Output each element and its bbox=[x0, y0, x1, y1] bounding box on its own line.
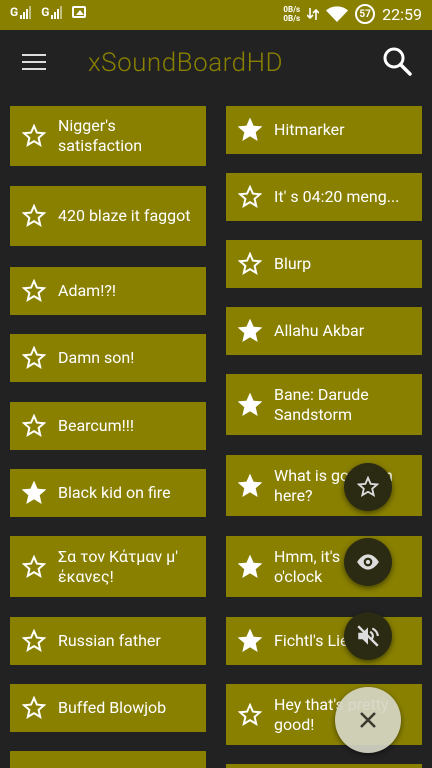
star-outline-icon[interactable] bbox=[22, 124, 46, 148]
sound-grid: Nigger's satisfaction 420 blaze it faggo… bbox=[0, 96, 432, 768]
sound-button[interactable]: Blurp bbox=[226, 240, 422, 288]
wifi-icon bbox=[326, 6, 349, 22]
signal-bars-icon bbox=[51, 6, 63, 19]
star-filled-icon[interactable] bbox=[238, 392, 262, 417]
sound-label: Adam!?! bbox=[58, 281, 117, 300]
star-outline-icon bbox=[357, 476, 379, 498]
sound-label: Σα τον Κάτμαν μ' έκανες! bbox=[58, 546, 178, 586]
mute-toggle-button[interactable] bbox=[344, 612, 392, 660]
star-outline-icon[interactable] bbox=[238, 185, 262, 209]
sound-label: Blurp bbox=[274, 254, 312, 273]
sound-button[interactable]: Fichtl's Lied bbox=[226, 617, 422, 665]
favorites-filter-button[interactable] bbox=[344, 463, 392, 511]
sound-label: It' s 04:20 meng... bbox=[274, 187, 400, 206]
sound-button[interactable]: Hmm, it's d... o'clock bbox=[226, 536, 422, 597]
star-outline-icon[interactable] bbox=[22, 414, 46, 438]
sound-button[interactable]: Bane: Darude Sandstorm bbox=[226, 374, 422, 435]
netspeed-up: 0B/s bbox=[283, 5, 301, 14]
star-outline-icon[interactable] bbox=[22, 346, 46, 370]
battery-icon: 57 bbox=[355, 4, 376, 24]
sound-button[interactable] bbox=[226, 764, 422, 768]
sound-button[interactable]: Nigger's satisfaction bbox=[10, 106, 206, 166]
sound-button[interactable]: 420 blaze it faggot bbox=[10, 186, 206, 246]
star-filled-icon[interactable] bbox=[22, 481, 46, 505]
star-outline-icon[interactable] bbox=[22, 629, 46, 653]
data-transfer-icon bbox=[307, 8, 320, 20]
volume-off-icon bbox=[357, 625, 379, 647]
signal-bars-icon bbox=[20, 6, 32, 19]
visibility-toggle-button[interactable] bbox=[344, 538, 392, 586]
image-notification-icon bbox=[72, 6, 87, 18]
sound-label: Russian father bbox=[58, 631, 161, 650]
close-icon bbox=[360, 712, 376, 728]
sound-button[interactable]: Bearcum!!! bbox=[10, 402, 206, 450]
sound-button[interactable]: What is going on here? bbox=[226, 455, 422, 516]
sound-label: Damn son! bbox=[58, 348, 135, 367]
sound-button[interactable]: Buffed Blowjob bbox=[10, 684, 206, 732]
sound-label: Black kid on fire bbox=[58, 483, 171, 502]
close-fab-button[interactable] bbox=[335, 687, 401, 753]
network-type-sim2: G bbox=[41, 5, 50, 19]
app-toolbar: xSoundBoardHD bbox=[0, 30, 432, 96]
signal-sim2: G bbox=[41, 5, 63, 19]
star-filled-icon[interactable] bbox=[238, 118, 262, 142]
sound-button[interactable]: Allahu Akbar bbox=[226, 307, 422, 355]
star-outline-icon[interactable] bbox=[238, 702, 262, 727]
sound-label: Buffed Blowjob bbox=[58, 698, 167, 717]
network-type-sim1: G bbox=[10, 5, 19, 19]
hamburger-menu-icon[interactable] bbox=[22, 54, 46, 72]
star-outline-icon[interactable] bbox=[22, 554, 46, 579]
sound-label: Hitmarker bbox=[274, 120, 345, 139]
star-filled-icon[interactable] bbox=[238, 319, 262, 343]
star-outline-icon[interactable] bbox=[22, 696, 46, 720]
star-outline-icon[interactable] bbox=[238, 252, 262, 276]
status-bar: G G 0B/s 0B/s 57 22:59 bbox=[0, 0, 432, 30]
sound-button[interactable]: Black kid on fire bbox=[10, 469, 206, 517]
sound-button[interactable]: Russian father bbox=[10, 617, 206, 665]
sound-button[interactable]: It' s 04:20 meng... bbox=[226, 173, 422, 221]
sound-button[interactable]: Adam!?! bbox=[10, 267, 206, 315]
sound-label: Nigger's satisfaction bbox=[58, 116, 143, 155]
sound-label: Bane: Darude Sandstorm bbox=[274, 384, 369, 424]
sound-label: 420 blaze it faggot bbox=[58, 206, 191, 225]
sound-label: Allahu Akbar bbox=[274, 321, 365, 340]
star-outline-icon[interactable] bbox=[22, 279, 46, 303]
eye-icon bbox=[357, 554, 379, 570]
star-filled-icon[interactable] bbox=[238, 473, 262, 498]
clock: 22:59 bbox=[382, 4, 422, 24]
star-filled-icon[interactable] bbox=[238, 629, 262, 653]
sound-button[interactable]: Σα τον Κάτμαν μ' έκανες! bbox=[10, 536, 206, 597]
star-filled-icon[interactable] bbox=[238, 554, 262, 579]
search-icon[interactable] bbox=[382, 46, 412, 76]
netspeed-down: 0B/s bbox=[283, 14, 301, 23]
sound-button[interactable]: Damn son! bbox=[10, 334, 206, 382]
signal-sim1: G bbox=[10, 5, 32, 19]
sound-label: Bearcum!!! bbox=[58, 416, 135, 435]
network-speed: 0B/s 0B/s bbox=[283, 5, 300, 23]
sound-button[interactable]: Hitmarker bbox=[226, 106, 422, 154]
battery-level: 57 bbox=[359, 8, 371, 20]
sound-button[interactable] bbox=[10, 751, 206, 768]
star-outline-icon[interactable] bbox=[22, 204, 46, 228]
app-title: xSoundBoardHD bbox=[88, 48, 284, 78]
